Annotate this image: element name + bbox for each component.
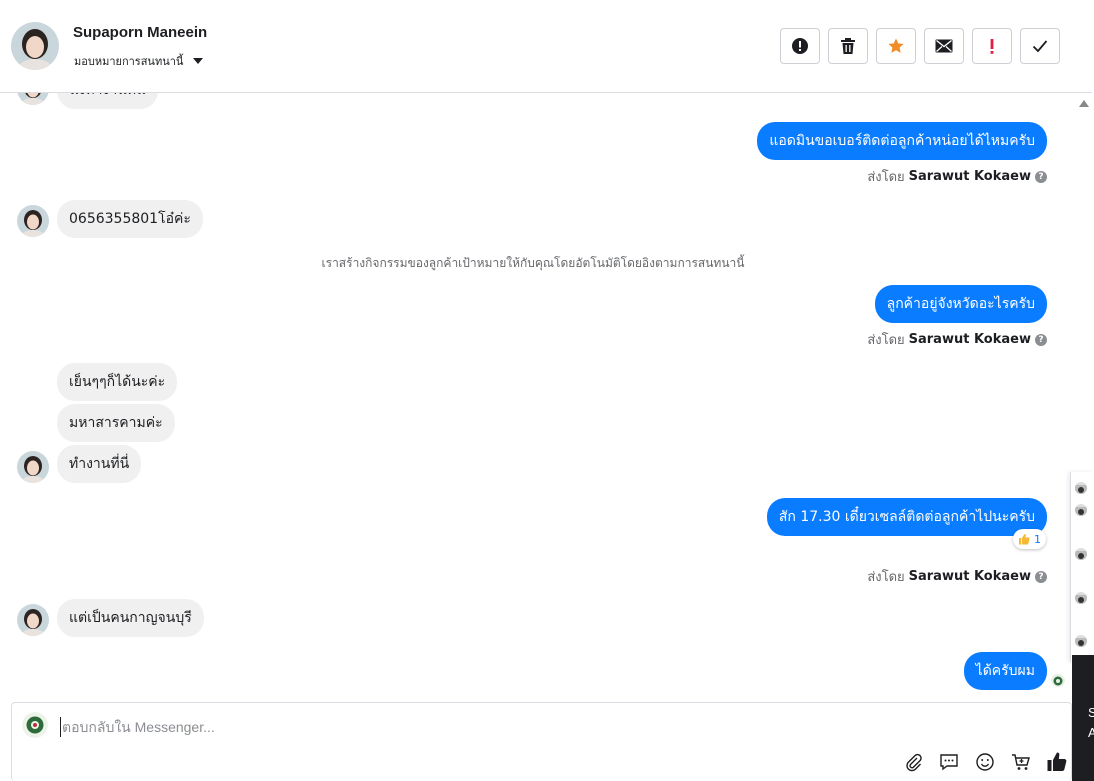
thumbs-up-icon [1019, 534, 1030, 545]
contact-avatar[interactable] [11, 22, 59, 70]
sent-by-prefix: ส่งโดย [867, 570, 905, 585]
outgoing-message[interactable]: ได้ครับผม [963, 652, 1047, 690]
attach-button[interactable] [902, 751, 924, 773]
help-icon[interactable]: ? [1035, 170, 1047, 183]
reply-composer [11, 702, 1072, 781]
agent-avatar [1075, 592, 1087, 604]
agent-avatar [1075, 482, 1087, 494]
like-button[interactable] [1046, 751, 1068, 773]
shop-button[interactable] [1010, 751, 1032, 773]
agent-avatar [1075, 504, 1087, 516]
emoji-button[interactable] [974, 751, 996, 773]
agent-avatar [1075, 548, 1087, 560]
message-thread[interactable]: นั่งทำงานที่นี่ แอดมินขอเบอร์ติดต่อลูกค้… [0, 93, 1072, 703]
contact-avatar-small [17, 93, 49, 105]
thread-scrollbar[interactable] [1072, 93, 1092, 473]
sent-by-name: Sarawut Kokaew [908, 332, 1031, 347]
mark-unread-button[interactable] [924, 28, 964, 64]
seen-indicator-avatar [1051, 673, 1065, 687]
assign-label: มอบหมายการสนทนานี้ [74, 55, 184, 68]
header-actions [780, 28, 1060, 64]
exclamation-icon [990, 39, 994, 54]
thumbs-up-icon [1047, 752, 1067, 771]
composer-toolbar [902, 751, 1068, 773]
checkmark-icon [1032, 40, 1048, 53]
trash-icon [841, 38, 855, 54]
sent-by-prefix: ส่งโดย [867, 333, 905, 348]
contact-avatar-small [17, 604, 49, 636]
smiley-icon [976, 753, 994, 771]
delete-button[interactable] [828, 28, 868, 64]
sent-by-label: ส่งโดย Sarawut Kokaew ? [867, 566, 1047, 587]
shopping-cart-icon [1012, 754, 1030, 770]
alert-circle-icon [792, 38, 808, 54]
help-icon[interactable]: ? [1035, 570, 1047, 583]
mark-done-button[interactable] [1020, 28, 1060, 64]
star-button[interactable] [876, 28, 916, 64]
contact-avatar-small [17, 205, 49, 237]
sent-by-label: ส่งโดย Sarawut Kokaew ? [867, 166, 1047, 187]
sent-by-name: Sarawut Kokaew [908, 569, 1031, 584]
star-icon [888, 38, 904, 53]
important-button[interactable] [972, 28, 1012, 64]
outgoing-message[interactable]: สัก 17.30 เดี๋ยวเซลล์ติดต่อลูกค้าไปนะครั… [766, 498, 1047, 536]
conversation-header: Supaporn Maneein มอบหมายการสนทนานี้ [0, 0, 1092, 93]
system-message: เราสร้างกิจกรรมของลูกค้าเป้าหมายให้กับคุ… [321, 256, 745, 270]
assign-conversation-dropdown[interactable]: มอบหมายการสนทนานี้ [74, 52, 204, 70]
incoming-message[interactable]: แต่เป็นคนกาญจนบุรี [57, 599, 204, 637]
chat-bubble-icon [940, 754, 958, 771]
sent-by-name: Sarawut Kokaew [908, 169, 1031, 184]
scroll-up-arrow-icon[interactable] [1079, 100, 1089, 107]
sent-by-label: ส่งโดย Sarawut Kokaew ? [867, 329, 1047, 350]
reply-input[interactable] [60, 717, 760, 737]
outgoing-message[interactable]: ลูกค้าอยู่จังหวัดอะไรครับ [874, 285, 1047, 323]
outgoing-message[interactable]: แอดมินขอเบอร์ติดต่อลูกค้าหน่อยได้ไหมครับ [757, 122, 1047, 160]
spam-report-button[interactable] [780, 28, 820, 64]
incoming-message[interactable]: เย็นๆๆก็ได้นะค่ะ [57, 363, 178, 401]
reaction-count: 1 [1034, 532, 1041, 546]
agent-avatar [1075, 635, 1087, 647]
panel-text: S [1088, 705, 1094, 720]
contact-name[interactable]: Supaporn Maneein [73, 24, 207, 41]
help-icon[interactable]: ? [1035, 333, 1047, 346]
envelope-icon [935, 39, 953, 53]
inbox-conversation: Supaporn Maneein มอบหมายการสนทนานี้ แอดม… [0, 0, 1094, 781]
saved-replies-button[interactable] [938, 751, 960, 773]
incoming-message[interactable]: ทำงานที่นี่ [57, 445, 142, 483]
incoming-message[interactable]: 0656355801โอ๋ค่ะ [57, 200, 203, 238]
panel-text: A [1088, 725, 1094, 740]
notification-panel[interactable]: S A [1072, 655, 1094, 781]
side-panel[interactable] [1070, 472, 1094, 662]
page-avatar [22, 712, 48, 738]
message-reaction[interactable]: 1 [1013, 529, 1046, 549]
sent-by-prefix: ส่งโดย [867, 170, 905, 185]
paperclip-icon [906, 753, 922, 772]
incoming-message[interactable]: มหาสารคามค่ะ [57, 404, 175, 442]
contact-avatar-small [17, 451, 49, 483]
incoming-message[interactable]: นั่งทำงานที่นี่ [57, 93, 158, 109]
chevron-down-icon [193, 58, 204, 64]
